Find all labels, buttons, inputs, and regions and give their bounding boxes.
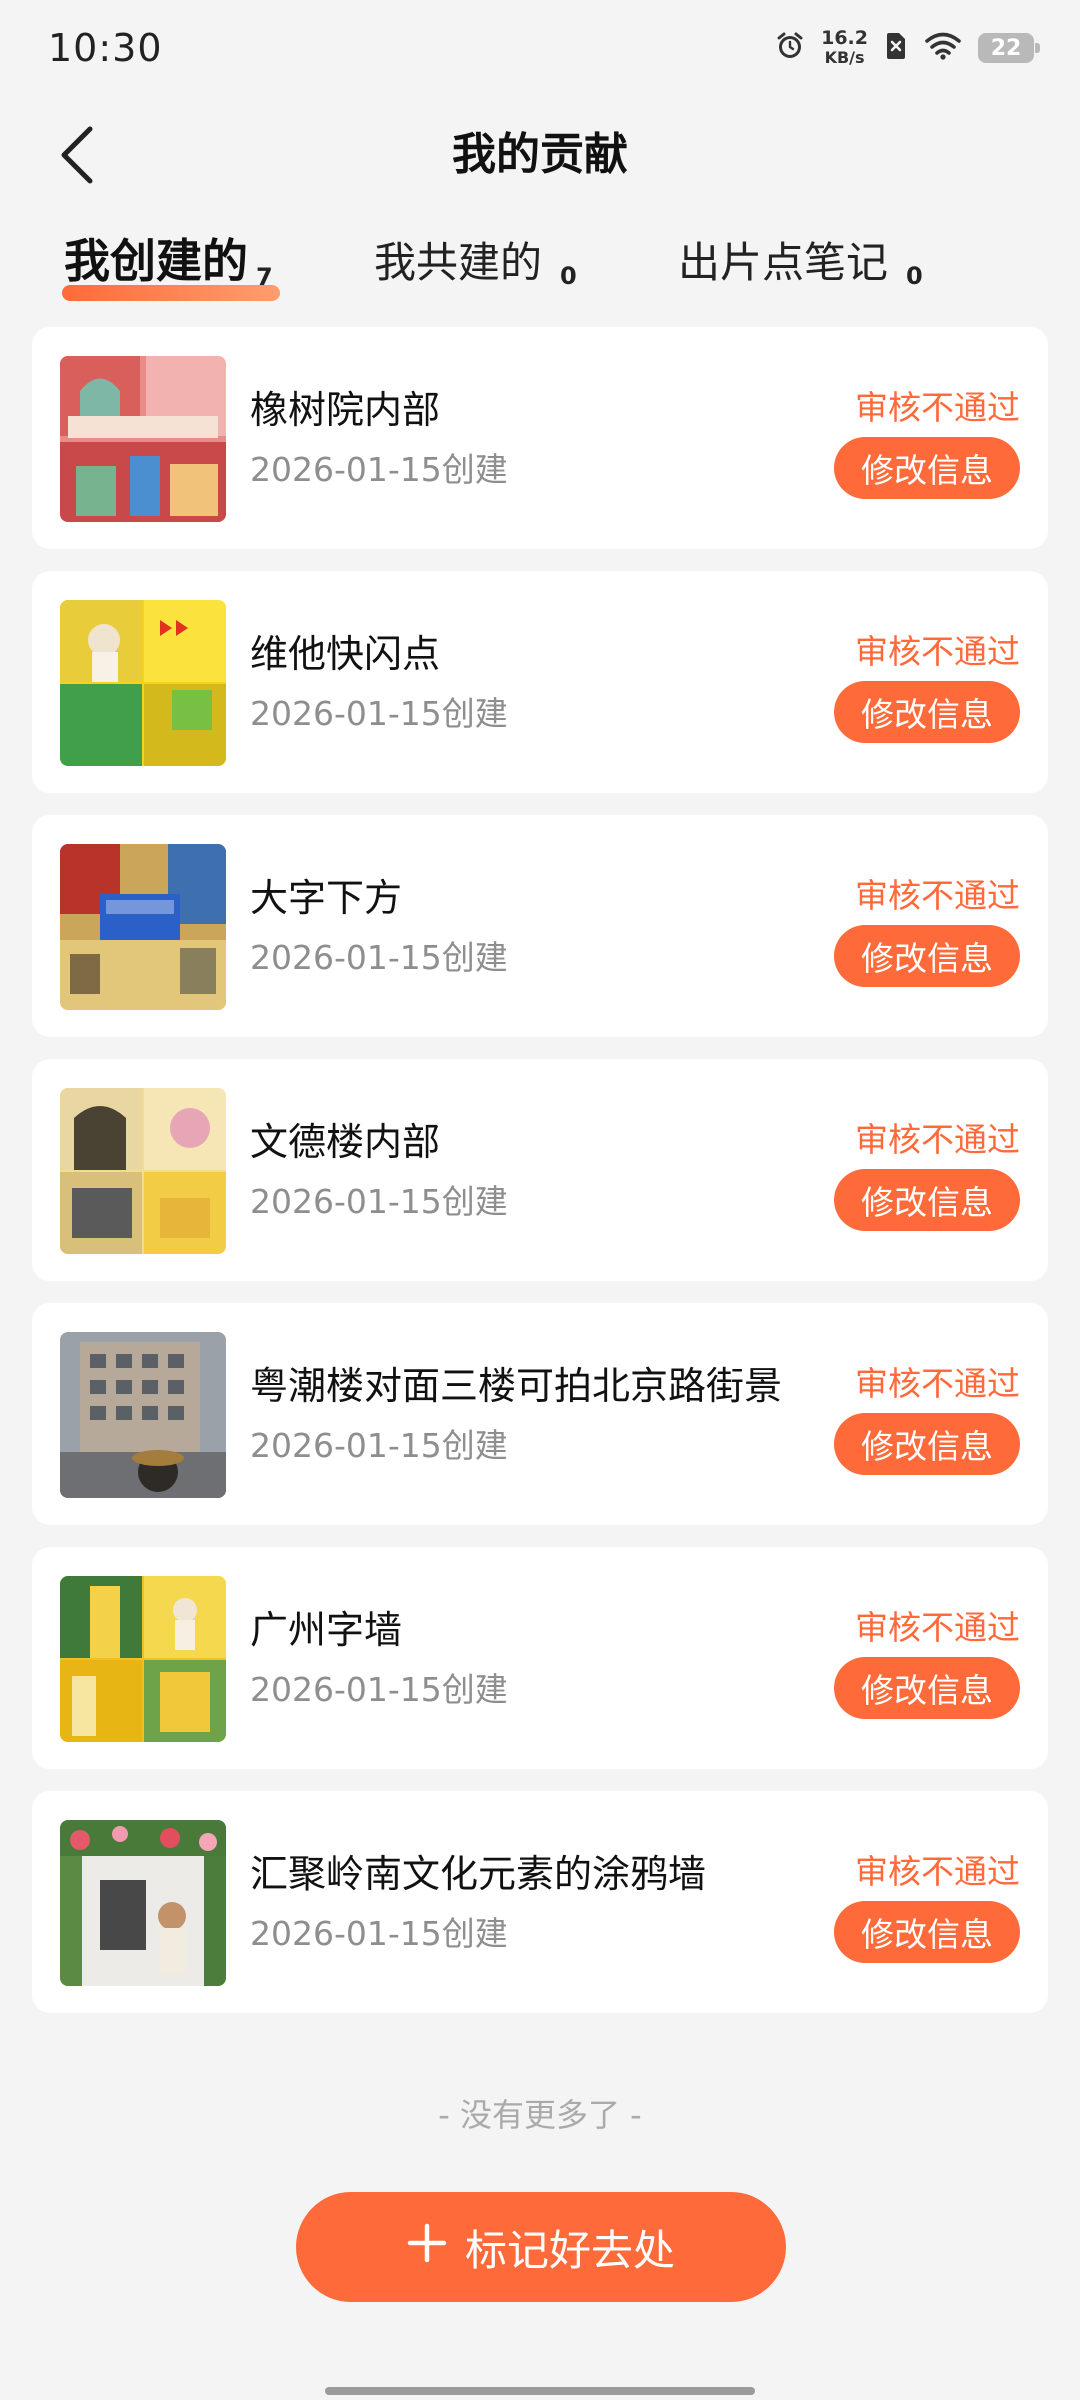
tab-count: 0 <box>906 262 923 290</box>
tab-label: 我共建的 <box>374 238 543 287</box>
list-item[interactable]: 大字下方 2026-01-15创建 审核不通过 修改信息 <box>32 815 1048 1037</box>
item-date: 2026-01-15创建 <box>250 938 508 977</box>
item-title: 粤潮楼对面三楼可拍北京路街景 <box>250 1364 783 1408</box>
status-badge: 审核不通过 <box>855 388 1020 427</box>
status-badge: 审核不通过 <box>855 1120 1020 1159</box>
page-title: 我的贡献 <box>452 129 628 180</box>
thumbnail-image <box>60 1576 226 1742</box>
no-more-text: - 没有更多了 - <box>438 2096 642 2134</box>
edit-info-button[interactable]: 修改信息 <box>834 437 1020 499</box>
edit-info-button[interactable]: 修改信息 <box>834 1169 1020 1231</box>
list-item[interactable]: 广州字墙 2026-01-15创建 审核不通过 修改信息 <box>32 1547 1048 1769</box>
thumbnail-image <box>60 356 226 522</box>
status-badge: 审核不通过 <box>855 1608 1020 1647</box>
status-time: 10:30 <box>48 26 163 70</box>
thumbnail-image <box>60 600 226 766</box>
item-date: 2026-01-15创建 <box>250 694 508 733</box>
tab-photo-spot-notes[interactable]: 出片点笔记 0 <box>678 229 923 290</box>
add-place-label: 标记好去处 <box>464 2225 675 2275</box>
item-date: 2026-01-15创建 <box>250 1426 508 1465</box>
sim-off-icon <box>884 31 908 65</box>
thumbnail-image <box>60 1332 226 1498</box>
contribution-list: 橡树院内部 2026-01-15创建 审核不通过 修改信息 维他快闪点 2026… <box>32 327 1048 2035</box>
tab-co-created[interactable]: 我共建的 0 <box>374 229 577 290</box>
home-indicator[interactable] <box>325 2387 755 2395</box>
item-date: 2026-01-15创建 <box>250 1914 508 1953</box>
item-title: 文德楼内部 <box>250 1120 441 1164</box>
tab-count: 0 <box>560 262 577 290</box>
edit-info-button[interactable]: 修改信息 <box>834 925 1020 987</box>
list-item[interactable]: 橡树院内部 2026-01-15创建 审核不通过 修改信息 <box>32 327 1048 549</box>
thumbnail-image <box>60 1088 226 1254</box>
alarm-icon <box>775 31 805 65</box>
tab-label: 我创建的 <box>64 234 248 288</box>
edit-info-button[interactable]: 修改信息 <box>834 1657 1020 1719</box>
item-date: 2026-01-15创建 <box>250 1182 508 1221</box>
wifi-icon <box>924 31 962 65</box>
net-speed: 16.2 KB/s <box>821 28 868 68</box>
edit-info-button[interactable]: 修改信息 <box>834 1901 1020 1963</box>
list-item[interactable]: 汇聚岭南文化元素的涂鸦墙 2026-01-15创建 审核不通过 修改信息 <box>32 1791 1048 2013</box>
list-item[interactable]: 文德楼内部 2026-01-15创建 审核不通过 修改信息 <box>32 1059 1048 1281</box>
add-place-button[interactable]: 标记好去处 <box>296 2192 786 2302</box>
screen: 10:30 16.2 KB/s 22 我的贡献 我创建的 7 我共建的 0 出片… <box>0 0 1080 2400</box>
item-title: 广州字墙 <box>250 1608 403 1652</box>
item-title: 维他快闪点 <box>250 632 441 676</box>
header: 我的贡献 <box>0 100 1080 210</box>
tab-created[interactable]: 我创建的 7 <box>62 225 280 301</box>
item-date: 2026-01-15创建 <box>250 1670 508 1709</box>
status-badge: 审核不通过 <box>855 1852 1020 1891</box>
battery-icon: 22 <box>978 33 1040 63</box>
status-badge: 审核不通过 <box>855 876 1020 915</box>
tab-bar: 我创建的 7 我共建的 0 出片点笔记 0 <box>0 225 1080 305</box>
battery-level: 22 <box>990 35 1022 61</box>
status-badge: 审核不通过 <box>855 632 1020 671</box>
item-date: 2026-01-15创建 <box>250 450 508 489</box>
net-speed-value: 16.2 <box>821 27 868 49</box>
item-title: 大字下方 <box>250 876 403 920</box>
list-item[interactable]: 维他快闪点 2026-01-15创建 审核不通过 修改信息 <box>32 571 1048 793</box>
thumbnail-image <box>60 1820 226 1986</box>
status-bar: 10:30 16.2 KB/s 22 <box>0 0 1080 100</box>
edit-info-button[interactable]: 修改信息 <box>834 681 1020 743</box>
tab-label: 出片点笔记 <box>678 238 889 287</box>
status-icons: 16.2 KB/s 22 <box>775 28 1040 68</box>
status-badge: 审核不通过 <box>855 1364 1020 1403</box>
edit-info-button[interactable]: 修改信息 <box>834 1413 1020 1475</box>
item-title: 汇聚岭南文化元素的涂鸦墙 <box>250 1852 707 1896</box>
list-item[interactable]: 粤潮楼对面三楼可拍北京路街景 2026-01-15创建 审核不通过 修改信息 <box>32 1303 1048 1525</box>
net-speed-unit: KB/s <box>824 48 865 67</box>
thumbnail-image <box>60 844 226 1010</box>
plus-icon <box>407 2217 447 2273</box>
item-title: 橡树院内部 <box>250 388 441 432</box>
